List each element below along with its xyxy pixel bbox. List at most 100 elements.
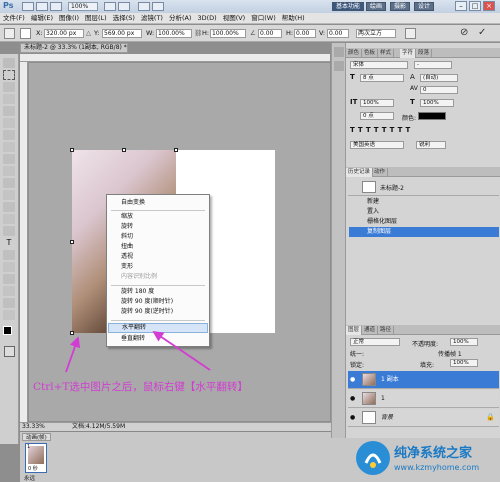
opacity-input[interactable]: 100% (450, 338, 478, 346)
view-extras-icon[interactable] (50, 2, 62, 11)
language-select[interactable]: 美国英语 (350, 141, 404, 149)
height-scale-input[interactable]: 100.00% (210, 29, 246, 38)
menu-window[interactable]: 窗口(W) (248, 13, 279, 23)
menu-select[interactable]: 选择(S) (110, 13, 138, 23)
move-tool-icon[interactable] (3, 58, 15, 68)
workspace-painting[interactable]: 绘画 (366, 2, 387, 11)
crop-tool-icon[interactable] (3, 106, 15, 116)
zoom-tool-icon[interactable] (3, 310, 15, 320)
tab-styles[interactable]: 样式 (378, 49, 395, 58)
reference-point-icon[interactable] (20, 28, 31, 39)
menu-help[interactable]: 帮助(H) (279, 13, 308, 23)
dodge-tool-icon[interactable] (3, 214, 15, 224)
menu-item-scale[interactable]: 缩放 (108, 212, 208, 222)
pen-tool-icon[interactable] (3, 226, 15, 236)
animation-tab[interactable]: 动画(帧) (22, 433, 51, 441)
tab-paragraph[interactable]: 段落 (416, 49, 433, 58)
horizontal-scale-input[interactable]: 100% (420, 99, 454, 107)
y-position-input[interactable]: 569.00 px (102, 29, 142, 38)
tab-character[interactable]: 字符 (400, 49, 417, 58)
menu-item-distort[interactable]: 扭曲 (108, 242, 208, 252)
eye-icon[interactable]: ● (350, 414, 357, 421)
font-style-select[interactable]: - (414, 61, 452, 69)
menu-file[interactable]: 文件(F) (0, 13, 28, 23)
history-step[interactable]: 新建 (349, 197, 499, 207)
anti-alias-select[interactable]: 锐利 (416, 141, 446, 149)
history-brush-tool-icon[interactable] (3, 166, 15, 176)
menu-view[interactable]: 视图(V) (220, 13, 249, 23)
v-skew-input[interactable]: 0.00 (327, 29, 349, 38)
angle-input[interactable]: 0.00 (258, 29, 282, 38)
menu-3d[interactable]: 3D(D) (194, 13, 219, 23)
workspace-design[interactable]: 设计 (414, 2, 435, 11)
menu-item-flip-vertical[interactable]: 垂直翻转 (108, 334, 208, 344)
animation-frame[interactable]: 1 0 秒 (25, 443, 47, 473)
menu-analysis[interactable]: 分析(A) (166, 13, 195, 23)
hand-tool-icon[interactable] (3, 298, 15, 308)
menu-item-rotate-180[interactable]: 旋转 180 度 (108, 287, 208, 297)
menu-item-rotate-90-cw[interactable]: 旋转 90 度(顺时针) (108, 297, 208, 307)
maximize-button[interactable]: □ (469, 1, 481, 11)
mini-bridge-icon[interactable] (36, 2, 48, 11)
text-style-buttons[interactable]: TTTTTTTT (350, 126, 460, 135)
eye-icon[interactable]: ● (350, 395, 357, 402)
tab-actions[interactable]: 动作 (372, 168, 389, 177)
hand-tool-icon[interactable] (104, 2, 116, 11)
foreground-color-swatch[interactable] (3, 326, 12, 335)
h-skew-input[interactable]: 0.00 (294, 29, 316, 38)
font-family-select[interactable]: 宋体 (350, 61, 408, 69)
workspace-photography[interactable]: 摄影 (390, 2, 411, 11)
close-button[interactable]: × (483, 1, 495, 11)
dock-panel-icon[interactable] (334, 61, 344, 71)
minimize-button[interactable]: – (455, 1, 467, 11)
workspace-essentials[interactable]: 基本功能 (332, 2, 365, 11)
transform-handle-bl[interactable] (70, 331, 74, 335)
history-step-selected[interactable]: 复制图层 (349, 227, 499, 237)
tab-history[interactable]: 历史记录 (346, 168, 374, 177)
tab-color[interactable]: 颜色 (346, 49, 363, 58)
eyedropper-tool-icon[interactable] (3, 118, 15, 128)
blend-mode-select[interactable]: 正常 (350, 338, 400, 346)
layer-row-selected[interactable]: ● 1 副本 (348, 371, 499, 389)
screen-mode-icon[interactable] (152, 2, 164, 11)
menu-item-perspective[interactable]: 透视 (108, 252, 208, 262)
tab-paths[interactable]: 路径 (378, 326, 395, 335)
quick-mask-icon[interactable] (4, 346, 15, 357)
tab-channels[interactable]: 通道 (362, 326, 379, 335)
font-size-select[interactable]: 8 点 (360, 74, 404, 82)
tab-swatches[interactable]: 色板 (362, 49, 379, 58)
lasso-tool-icon[interactable] (3, 82, 15, 92)
relative-position-icon[interactable]: △ (86, 29, 91, 38)
menu-item-warp[interactable]: 变形 (108, 262, 208, 272)
history-step[interactable]: 置入 (349, 207, 499, 217)
tab-layers[interactable]: 图层 (346, 326, 363, 335)
healing-brush-tool-icon[interactable] (3, 130, 15, 140)
bridge-icon[interactable] (22, 2, 34, 11)
commit-transform-icon[interactable]: ✓ (478, 27, 486, 38)
history-step[interactable]: 栅格化图层 (349, 217, 499, 227)
brush-tool-icon[interactable] (3, 142, 15, 152)
gradient-tool-icon[interactable] (3, 190, 15, 200)
document-tab[interactable]: 未标题-2 @ 33.3% (1副本, RGB/8) * (20, 43, 128, 53)
3d-orbit-tool-icon[interactable] (3, 286, 15, 296)
3d-rotate-tool-icon[interactable] (3, 274, 15, 284)
transform-handle-tl[interactable] (70, 148, 74, 152)
menu-edit[interactable]: 编辑(E) (28, 13, 56, 23)
rotate-view-icon[interactable] (118, 2, 130, 11)
menu-item-rotate-90-ccw[interactable]: 旋转 90 度(逆时针) (108, 307, 208, 317)
shape-tool-icon[interactable] (3, 262, 15, 272)
blur-tool-icon[interactable] (3, 202, 15, 212)
vertical-scale-input[interactable]: 100% (360, 99, 394, 107)
arrange-documents-icon[interactable] (138, 2, 150, 11)
eraser-tool-icon[interactable] (3, 178, 15, 188)
type-tool-icon[interactable]: T (3, 238, 15, 248)
warp-mode-icon[interactable] (405, 28, 416, 39)
quick-select-tool-icon[interactable] (3, 94, 15, 104)
menu-layer[interactable]: 图层(L) (82, 13, 110, 23)
interpolation-select[interactable]: 两次立方 (356, 29, 396, 38)
layer-row[interactable]: ● 1 (348, 390, 499, 408)
clone-stamp-tool-icon[interactable] (3, 154, 15, 164)
menu-item-rotate[interactable]: 旋转 (108, 222, 208, 232)
eye-icon[interactable]: ● (350, 376, 357, 383)
menu-item-free-transform[interactable]: 自由变换 (108, 198, 208, 208)
